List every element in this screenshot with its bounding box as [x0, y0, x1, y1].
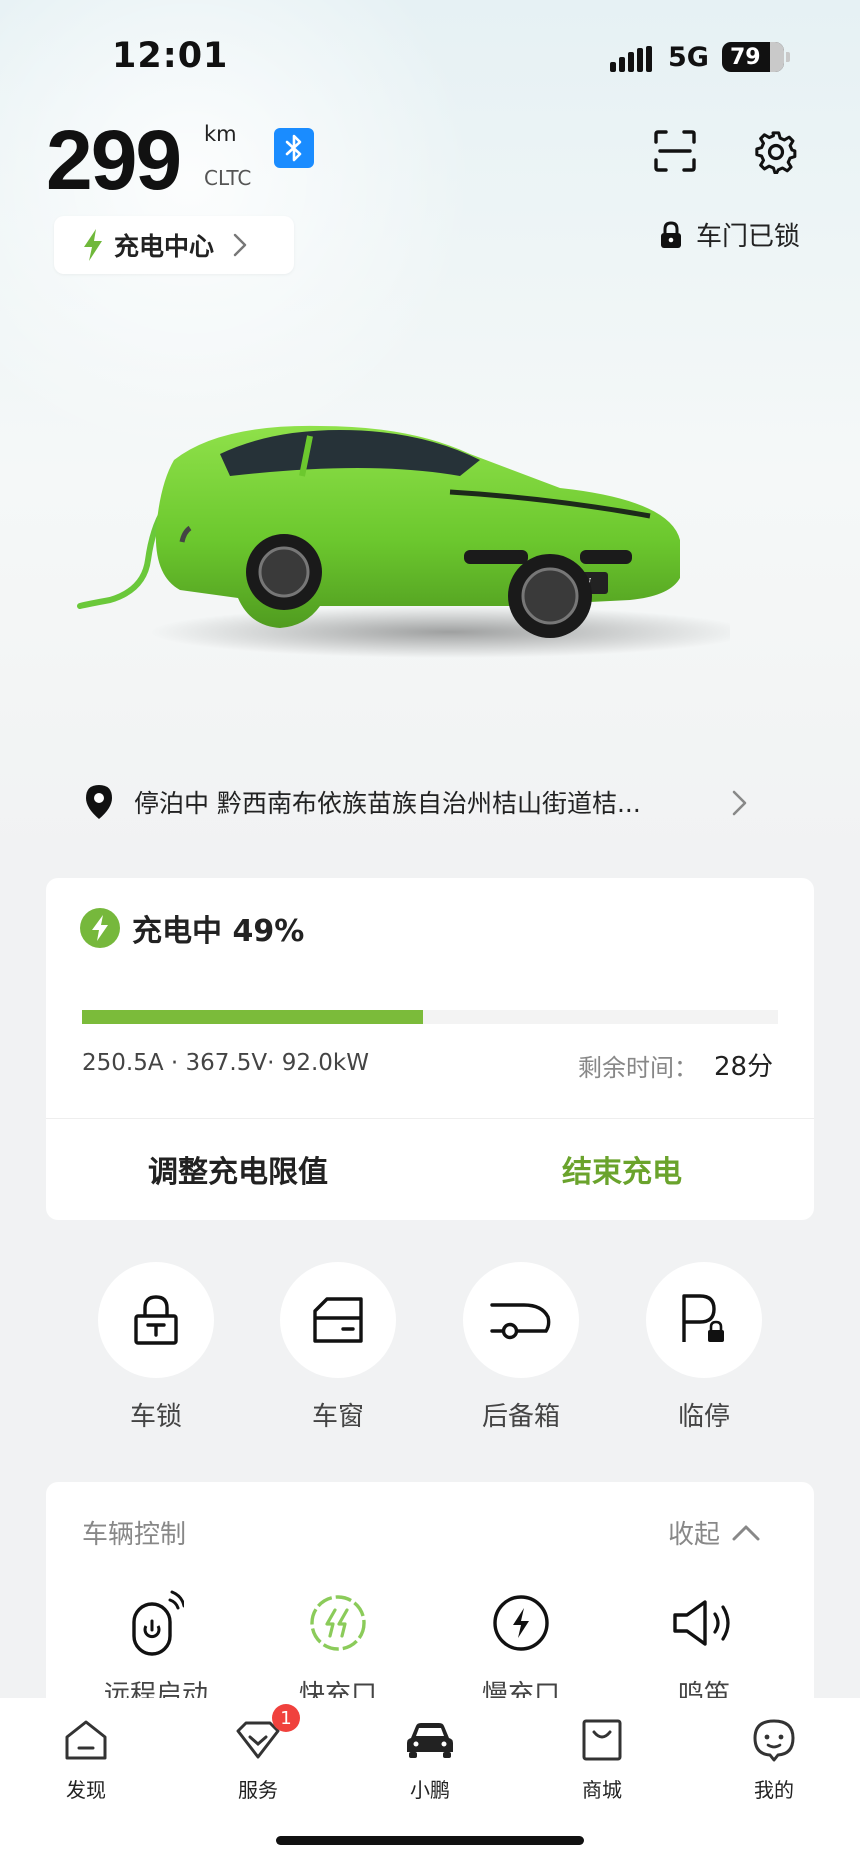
slow-charge-port-icon [441, 1588, 601, 1658]
charging-status: 充电中 49% [80, 906, 304, 950]
charge-center-button[interactable]: 充电中心 [54, 216, 294, 274]
end-charging-button[interactable]: 结束充电 [430, 1118, 814, 1220]
battery-empty [770, 42, 784, 72]
collapse-label: 收起 [668, 1520, 721, 1550]
remaining-time-value: 28分 [714, 1052, 774, 1082]
window-icon [280, 1262, 396, 1378]
horn-icon [624, 1588, 784, 1658]
charge-center-label: 充电中心 [114, 232, 215, 261]
fast-charge-port-icon [258, 1588, 418, 1658]
quick-action-trunk[interactable]: 后备箱 [461, 1262, 581, 1433]
quick-action-parking[interactable]: 临停 [644, 1262, 764, 1433]
chevron-right-icon[interactable] [728, 788, 752, 818]
tab-label: 小鹏 [410, 1778, 450, 1802]
car-icon [375, 1716, 485, 1764]
location-text: 停泊中 黔西南布依族苗族自治州桔山街道桔... [134, 789, 641, 818]
tab-discover[interactable]: 发现 [31, 1716, 141, 1803]
tab-service[interactable]: 服务 [203, 1716, 313, 1803]
notification-badge: 1 [272, 1704, 300, 1732]
tab-label: 我的 [754, 1778, 794, 1802]
charging-bolt-icon [80, 908, 120, 948]
tab-profile[interactable]: 我的 [719, 1716, 829, 1803]
signal-icon [610, 46, 652, 72]
padlock-icon [661, 220, 681, 248]
home-icon [31, 1716, 141, 1764]
battery-indicator: 79 [722, 42, 784, 72]
battery-level: 79 [730, 44, 761, 70]
collapse-button[interactable]: 收起 [668, 1514, 762, 1551]
vehicle-control-remote-start[interactable]: 远程启动 [76, 1588, 236, 1711]
quick-action-window[interactable]: 车窗 [278, 1262, 398, 1433]
tab-shop[interactable]: 商城 [547, 1716, 657, 1803]
tab-xiaopeng[interactable]: 小鹏 [375, 1716, 485, 1803]
tab-label: 服务 [238, 1778, 278, 1802]
chevron-up-icon [732, 1525, 760, 1540]
lock-icon [98, 1262, 214, 1378]
charge-progress-fill [82, 1010, 424, 1024]
location-row[interactable]: 停泊中 黔西南布依族苗族自治州桔山街道桔... [70, 776, 770, 828]
trunk-icon [463, 1262, 579, 1378]
charging-specs: 250.5A · 367.5V· 92.0kW [82, 1050, 369, 1076]
adjust-charge-limit-button[interactable]: 调整充电限值 [46, 1118, 430, 1220]
tab-label: 发现 [66, 1778, 106, 1802]
range-value: 299 [46, 113, 182, 207]
tab-label: 商城 [582, 1778, 622, 1802]
quick-action-lock[interactable]: 车锁 [96, 1262, 216, 1433]
charge-progress-bar [82, 1010, 778, 1024]
vehicle-control-slow-charge-port[interactable]: 慢充口 [441, 1588, 601, 1711]
location-pin-icon [86, 785, 112, 819]
door-lock-status: 车门已锁 [660, 216, 800, 253]
parking-icon [646, 1262, 762, 1378]
remote-start-icon [76, 1588, 236, 1658]
remaining-time-label: 剩余时间： [578, 1054, 698, 1082]
chevron-right-icon [233, 233, 247, 257]
shop-icon [547, 1716, 657, 1764]
lightning-icon [84, 229, 102, 261]
quick-action-label: 后备箱 [481, 1402, 560, 1432]
scan-icon[interactable] [654, 130, 696, 172]
vehicle-control-horn[interactable]: 鸣笛 [624, 1588, 784, 1711]
quick-action-label: 临停 [677, 1402, 730, 1432]
charging-status-text: 充电中 49% [132, 914, 305, 949]
quick-action-label: 车窗 [311, 1402, 364, 1432]
vehicle-control-title: 车辆控制 [82, 1520, 187, 1550]
bluetooth-icon[interactable] [274, 128, 314, 168]
car-image: P7i [77, 425, 730, 658]
status-time: 12:01 [112, 36, 229, 76]
quick-action-label: 车锁 [129, 1402, 182, 1432]
gear-icon[interactable] [754, 130, 798, 174]
range-standard: CLTC [204, 166, 252, 190]
door-lock-label: 车门已锁 [696, 222, 801, 252]
network-type: 5G [668, 42, 709, 73]
home-indicator [276, 1836, 584, 1845]
vehicle-control-fast-charge-port[interactable]: 快充口 [258, 1588, 418, 1711]
range-unit: km [204, 122, 237, 146]
battery-nub [786, 52, 790, 62]
profile-icon [719, 1716, 829, 1764]
